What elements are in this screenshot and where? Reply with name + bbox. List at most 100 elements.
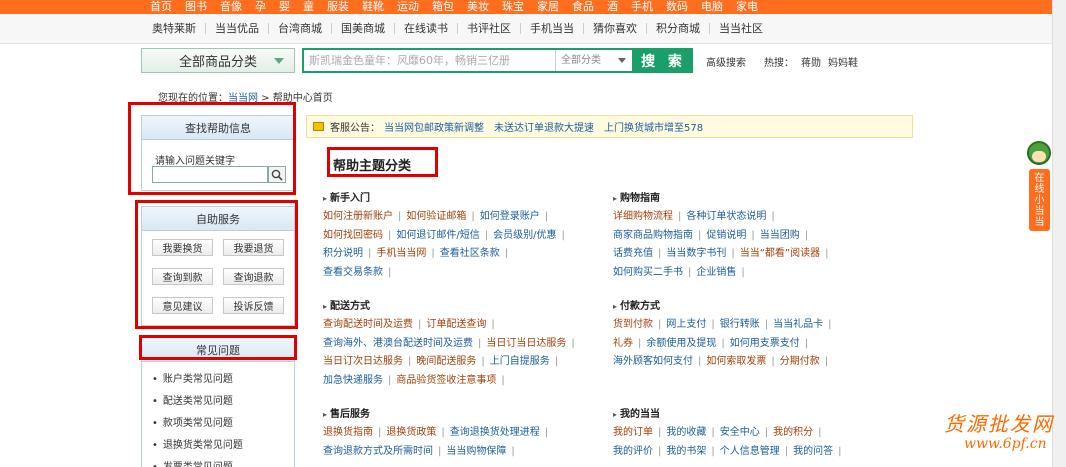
top-nav-item[interactable]: 家居: [537, 0, 559, 14]
advanced-search-link[interactable]: 高级搜索: [706, 54, 746, 69]
help-topic-link[interactable]: 当当礼品卡: [773, 319, 823, 330]
help-topic-link[interactable]: 查看社区条款: [440, 248, 500, 259]
online-helper-tab[interactable]: 在线小当当: [1029, 169, 1050, 231]
faq-item[interactable]: 账户类常见问题: [152, 369, 294, 391]
hot-search-item[interactable]: 蒋勋: [801, 58, 821, 69]
notice-link[interactable]: 当当网包邮政策新调整: [384, 119, 484, 134]
help-topic-link[interactable]: 积分说明: [323, 248, 363, 259]
channel-link[interactable]: 积分商城: [647, 23, 710, 34]
channel-link[interactable]: 当当优品: [206, 23, 269, 34]
all-categories-button[interactable]: 全部商品分类: [141, 48, 295, 73]
top-nav-item[interactable]: 服装: [327, 0, 349, 14]
notice-link[interactable]: 未送达订单退款大提速: [494, 119, 594, 134]
help-topic-link[interactable]: 货到付款: [613, 319, 653, 330]
top-nav-item[interactable]: 首页: [150, 0, 172, 14]
notice-link[interactable]: 上门换货城市增至578: [604, 119, 703, 134]
help-topic-link[interactable]: 安全中心: [720, 427, 760, 438]
help-topic-link[interactable]: 我的书架: [666, 446, 706, 457]
page-scrollbar[interactable]: [1052, 0, 1066, 467]
help-topic-link[interactable]: 查询海外、港澳台配送时间及运费: [323, 338, 473, 349]
help-topic-link[interactable]: 当当“都看”阅读器: [740, 248, 820, 259]
help-topic-link[interactable]: 如何索取发票: [706, 356, 766, 367]
top-nav-item[interactable]: 音像: [220, 0, 242, 14]
help-topic-link[interactable]: 查看交易条款: [323, 267, 383, 278]
channel-link[interactable]: 猜你喜欢: [584, 23, 647, 34]
help-topic-link[interactable]: 银行转账: [720, 319, 760, 330]
help-topic-link[interactable]: 当当购物保障: [446, 446, 506, 457]
help-topic-link[interactable]: 查询配送时间及运费: [323, 319, 413, 330]
help-topic-link[interactable]: 促销说明: [706, 230, 746, 241]
hot-search-item[interactable]: 妈妈鞋: [828, 58, 858, 69]
help-topic-link[interactable]: 晚间配送服务: [416, 356, 476, 367]
help-topic-link[interactable]: 我的积分: [773, 427, 813, 438]
help-topic-link[interactable]: 各种订单状态说明: [686, 211, 766, 222]
channel-link[interactable]: 台湾商城: [269, 23, 332, 34]
help-topic-link[interactable]: 退换货政策: [386, 427, 436, 438]
top-nav-item[interactable]: 数码: [666, 0, 688, 14]
top-nav-item[interactable]: 童: [303, 0, 314, 14]
help-topic-link[interactable]: 海外顾客如何支付: [613, 356, 693, 367]
top-nav-item[interactable]: 酒: [607, 0, 618, 14]
help-topic-link[interactable]: 上门自提服务: [490, 356, 550, 367]
help-topic-link[interactable]: 话费充值: [613, 248, 653, 259]
channel-link[interactable]: 当当社区: [710, 23, 772, 34]
help-topic-link[interactable]: 我的评价: [613, 446, 653, 457]
top-nav-item[interactable]: 运动: [397, 0, 419, 14]
help-topic-link[interactable]: 退换货指南: [323, 427, 373, 438]
help-topic-link[interactable]: 当当团购: [760, 230, 800, 241]
help-topic-link[interactable]: 我的问答: [793, 446, 833, 457]
top-nav-item[interactable]: 手机: [631, 0, 653, 14]
help-topic-link[interactable]: 企业销售: [696, 267, 736, 278]
help-topic-link[interactable]: 如何验证邮箱: [406, 211, 466, 222]
help-topic-link[interactable]: 如何退订邮件/短信: [396, 230, 479, 241]
top-nav-item[interactable]: 婴: [279, 0, 290, 14]
help-topic-link[interactable]: 个人信息管理: [720, 446, 780, 457]
top-nav-item[interactable]: 食品: [572, 0, 594, 14]
help-topic-link[interactable]: 如何注册新账户: [323, 211, 393, 222]
top-nav-item[interactable]: 孕: [255, 0, 266, 14]
top-nav-item[interactable]: 电脑: [701, 0, 723, 14]
search-input[interactable]: 斯凯瑞金色童年：风靡60年，畅销三亿册: [304, 50, 556, 71]
top-nav-item[interactable]: 美妆: [467, 0, 489, 14]
top-nav-item[interactable]: 家电: [736, 0, 758, 14]
help-topic-link[interactable]: 加急快递服务: [323, 375, 383, 386]
channel-link[interactable]: 在线读书: [395, 23, 458, 34]
faq-item[interactable]: 退换货类常见问题: [152, 435, 294, 457]
help-topic-link[interactable]: 如何购买二手书: [613, 267, 683, 278]
faq-item[interactable]: 款项类常见问题: [152, 413, 294, 435]
search-button[interactable]: 搜 索: [634, 48, 693, 73]
channel-link[interactable]: 手机当当: [521, 23, 584, 34]
online-helper-widget[interactable]: 在线小当当: [1026, 141, 1052, 233]
help-topic-link[interactable]: 详细购物流程: [613, 211, 673, 222]
search-category-select[interactable]: 全部分类: [556, 50, 632, 71]
help-topic-link[interactable]: 如何找回密码: [323, 230, 383, 241]
help-topic-link[interactable]: 会员级别/优惠: [493, 230, 556, 241]
help-topic-link[interactable]: 余额使用及提现: [646, 338, 716, 349]
help-topic-link[interactable]: 如何用支票支付: [730, 338, 800, 349]
help-topic-link[interactable]: 商品验货签收注意事项: [396, 375, 496, 386]
channel-link[interactable]: 国美商城: [332, 23, 395, 34]
help-topic-link[interactable]: 手机当当网: [376, 248, 426, 259]
help-topic-link[interactable]: 分期付款: [780, 356, 820, 367]
help-topic-link[interactable]: 查询退款方式及所需时间: [323, 446, 433, 457]
help-topic-link[interactable]: 如何登录账户: [480, 211, 540, 222]
help-topic-link[interactable]: 订单配送查询: [426, 319, 486, 330]
faq-item[interactable]: 配送类常见问题: [152, 391, 294, 413]
help-topic-link[interactable]: 当当数字书刊: [666, 248, 726, 259]
channel-link[interactable]: 奥特莱斯: [150, 23, 206, 34]
help-topic-link[interactable]: 商家商品购物指南: [613, 230, 693, 241]
help-topic-link[interactable]: 查询退换货处理进程: [450, 427, 540, 438]
help-topic-link[interactable]: 当日订次日达服务: [323, 356, 403, 367]
faq-item[interactable]: 发票类常见问题: [152, 457, 294, 467]
help-topic-link[interactable]: 我的收藏: [666, 427, 706, 438]
channel-link[interactable]: 书评社区: [458, 23, 521, 34]
link-separator: |: [511, 445, 515, 457]
help-topic-link[interactable]: 网上支付: [666, 319, 706, 330]
top-nav-item[interactable]: 珠宝: [502, 0, 524, 14]
help-topic-link[interactable]: 当日订当日达服务: [486, 338, 566, 349]
top-nav-item[interactable]: 图书: [185, 0, 207, 14]
help-topic-link[interactable]: 我的订单: [613, 427, 653, 438]
top-nav-item[interactable]: 鞋靴: [362, 0, 384, 14]
help-topic-link[interactable]: 礼券: [613, 338, 633, 349]
top-nav-item[interactable]: 箱包: [432, 0, 454, 14]
